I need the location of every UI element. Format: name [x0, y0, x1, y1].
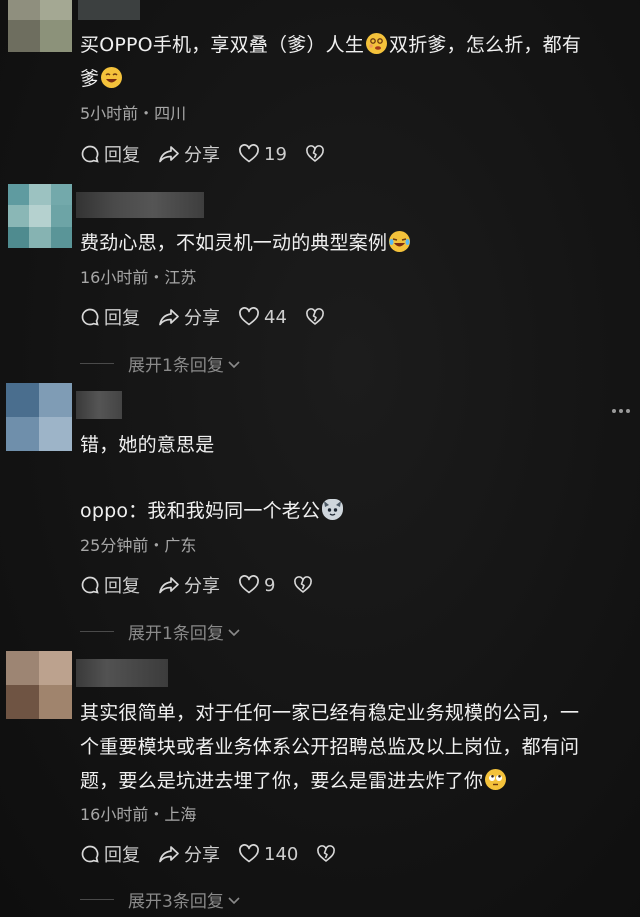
dizzy-face-emoji-icon	[366, 33, 388, 54]
avatar[interactable]	[8, 0, 72, 52]
like-count: 140	[264, 843, 299, 865]
reply-button[interactable]: 回复	[80, 304, 140, 330]
expand-replies-button[interactable]: 展开1条回复	[80, 351, 242, 376]
like-count: 19	[264, 143, 287, 165]
like-button[interactable]: 9	[238, 575, 275, 596]
reply-button[interactable]: 回复	[80, 841, 140, 867]
like-button[interactable]: 44	[238, 307, 287, 328]
avatar[interactable]	[8, 184, 72, 248]
heart-icon	[239, 144, 259, 163]
reply-button[interactable]: 回复	[80, 572, 140, 598]
comment-actions: 回复 分享 9	[80, 573, 335, 597]
expand-replies-button[interactable]: 展开3条回复	[80, 887, 242, 912]
comment-meta: 16小时前・上海	[80, 805, 197, 824]
more-icon[interactable]	[612, 409, 630, 413]
share-icon	[159, 577, 179, 594]
comment-meta: 25分钟前・广东	[80, 536, 197, 555]
dislike-button[interactable]	[305, 145, 329, 163]
comment-text: 买OPPO手机，享双叠（爹）人生 双折爹，怎么折，都有 爹	[80, 33, 582, 90]
dislike-button[interactable]	[293, 576, 317, 594]
dislike-button[interactable]	[316, 845, 340, 863]
chevron-down-icon	[228, 628, 240, 636]
like-count: 44	[264, 306, 287, 328]
divider	[80, 631, 114, 632]
dislike-icon	[317, 845, 336, 862]
cat-face-emoji-icon	[322, 499, 344, 520]
comment-text-line-2: oppo：我和我妈同一个老公	[80, 494, 628, 528]
reply-icon	[81, 576, 99, 594]
username-blurred[interactable]	[76, 192, 204, 218]
comment-meta: 16小时前・江苏	[80, 268, 197, 287]
like-button[interactable]: 19	[238, 144, 287, 165]
comment-actions: 回复 分享 19	[80, 142, 347, 166]
reply-button[interactable]: 回复	[80, 141, 140, 167]
share-button[interactable]: 分享	[158, 304, 220, 330]
comment-actions: 回复 分享 44	[80, 305, 347, 329]
chevron-down-icon	[228, 896, 240, 904]
comment-text: 费劲心思，不如灵机一动的典型案例	[80, 226, 628, 260]
heart-icon	[239, 575, 259, 594]
comment-text: 其实很简单，对于任何一家已经有稳定业务规模的公司，一 个重要模块或者业务体系公开…	[80, 702, 580, 792]
username-blurred[interactable]	[76, 659, 168, 687]
comment-actions: 回复 分享 140	[80, 842, 358, 866]
share-button[interactable]: 分享	[158, 141, 220, 167]
grinning-face-emoji-icon	[101, 67, 123, 88]
comment-meta: 5小时前・四川	[80, 104, 187, 123]
heart-icon	[239, 307, 259, 326]
dislike-icon	[294, 576, 313, 593]
chevron-down-icon	[228, 360, 240, 368]
reply-icon	[81, 308, 99, 326]
laughing-tears-emoji-icon	[389, 231, 411, 252]
divider	[80, 899, 114, 900]
rolling-eyes-emoji-icon	[485, 769, 507, 790]
reply-icon	[81, 145, 99, 163]
dislike-button[interactable]	[305, 308, 329, 326]
like-count: 9	[264, 574, 276, 596]
share-icon	[159, 846, 179, 863]
share-button[interactable]: 分享	[158, 572, 220, 598]
expand-replies-button[interactable]: 展开1条回复	[80, 619, 242, 644]
dislike-icon	[306, 145, 324, 162]
divider	[80, 363, 114, 364]
share-icon	[159, 146, 179, 163]
share-button[interactable]: 分享	[158, 841, 220, 867]
username-blurred[interactable]	[78, 0, 140, 20]
share-icon	[159, 309, 179, 326]
like-button[interactable]: 140	[238, 844, 298, 865]
reply-icon	[81, 845, 99, 863]
dislike-icon	[306, 308, 324, 325]
heart-icon	[239, 844, 259, 863]
avatar[interactable]	[6, 651, 72, 719]
comment-text: 错，她的意思是	[80, 434, 215, 456]
username-blurred[interactable]	[76, 391, 122, 419]
avatar[interactable]	[6, 383, 72, 451]
